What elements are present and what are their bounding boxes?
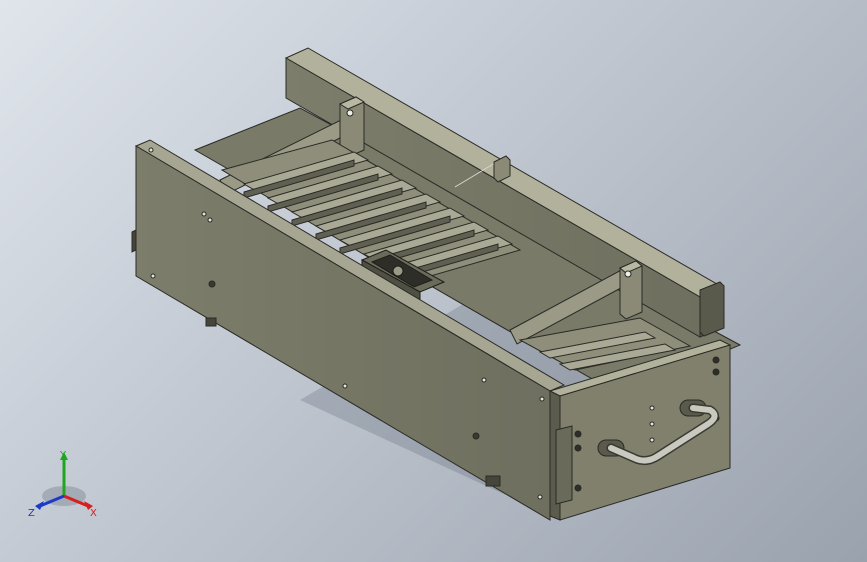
y-axis-label: Y [59,450,67,461]
cad-model-assembly[interactable] [0,0,867,562]
z-axis-label: Z [28,508,35,519]
end-cap-block [699,281,725,337]
x-axis-label: X [90,508,97,519]
cad-viewport[interactable]: Y X Z [0,0,867,562]
view-orientation-triad[interactable]: Y X Z [22,448,106,524]
